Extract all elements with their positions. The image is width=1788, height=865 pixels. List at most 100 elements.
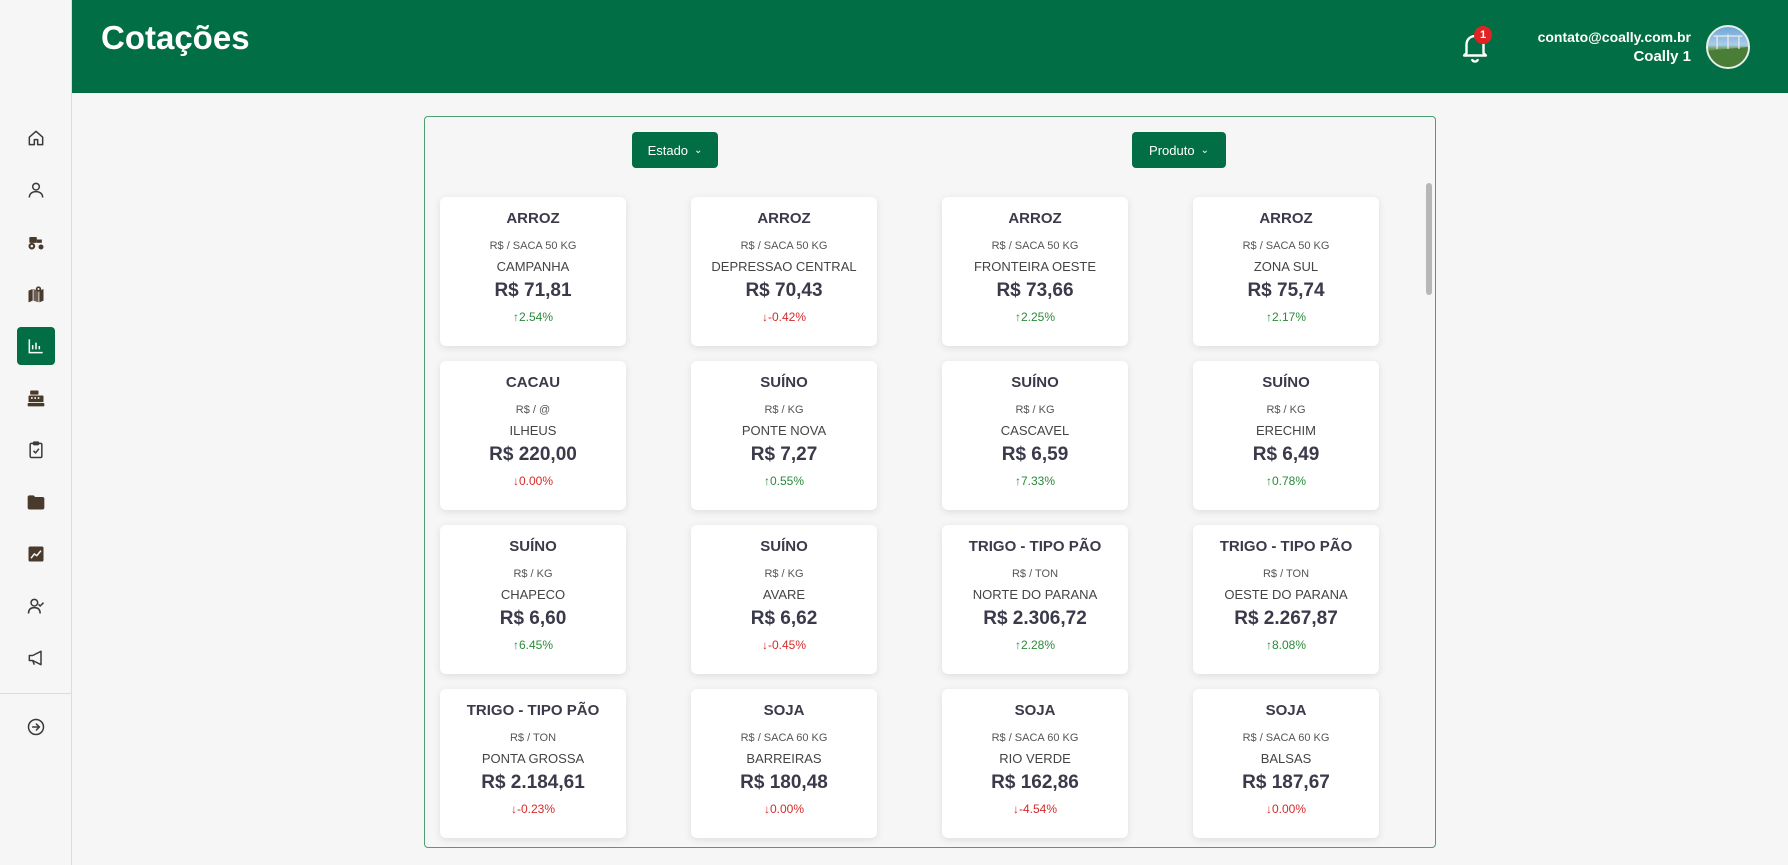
sidebar-item-tasks[interactable]	[17, 431, 55, 469]
scrollbar-thumb[interactable]	[1426, 183, 1432, 295]
quote-variation: ↑2.28%	[942, 638, 1128, 652]
quote-card[interactable]: SUÍNO R$ / KG CHAPECO R$ 6,60 ↑6.45%	[440, 525, 626, 674]
quote-product: SOJA	[763, 702, 805, 719]
quote-price: R$ 2.267,87	[1234, 608, 1338, 629]
sidebar-item-cash[interactable]	[17, 379, 55, 417]
quote-price: R$ 6,49	[1252, 444, 1320, 465]
quote-card[interactable]: ARROZ R$ / SACA 50 KG FRONTEIRA OESTE R$ 73…	[942, 197, 1128, 346]
quote-card[interactable]: TRIGO - TIPO PÃO R$ / TON PONTA GROSSA R$ 2…	[440, 689, 626, 838]
logout-button[interactable]	[17, 708, 55, 746]
quote-product: ARROZ	[1008, 210, 1062, 227]
quote-price: R$ 6,59	[1001, 444, 1069, 465]
sidebar-item-home[interactable]	[17, 119, 55, 157]
produto-filter-button[interactable]: Produto ⌄	[1132, 132, 1226, 168]
quote-variation-value: 0.00%	[1271, 802, 1307, 816]
quote-unit: R$ / SACA 50 KG	[489, 240, 577, 252]
quote-unit: R$ / KG	[764, 568, 804, 580]
quote-location: FRONTEIRA OESTE	[973, 259, 1097, 274]
quote-variation-value: 7.33%	[1020, 474, 1056, 488]
quote-card[interactable]: SUÍNO R$ / KG AVARE R$ 6,62 ↓-0.45%	[691, 525, 877, 674]
quote-variation: ↓0.00%	[1193, 802, 1379, 816]
sidebar-item-quotes[interactable]	[17, 327, 55, 365]
quote-unit: R$ / KG	[764, 404, 804, 416]
quote-variation: ↑0.55%	[691, 474, 877, 488]
chevron-down-icon: ⌄	[1200, 144, 1209, 156]
clipboard-check-icon	[29, 441, 43, 459]
quote-card[interactable]: ARROZ R$ / SACA 50 KG DEPRESSAO CENTRAL R$ …	[691, 197, 877, 346]
sidebar-divider	[0, 693, 71, 694]
quote-card[interactable]: CACAU R$ / @ ILHEUS R$ 220,00 ↓0.00%	[440, 361, 626, 510]
quote-product: SUÍNO	[1011, 374, 1059, 391]
sidebar-item-team[interactable]	[17, 587, 55, 625]
sidebar-item-reports[interactable]	[17, 535, 55, 573]
quote-price: R$ 6,60	[499, 608, 567, 629]
quote-variation: ↑2.25%	[942, 310, 1128, 324]
folder-icon	[27, 495, 45, 510]
quote-product: SUÍNO	[509, 538, 557, 555]
quote-unit: R$ / SACA 50 KG	[1242, 240, 1330, 252]
quote-price: R$ 6,62	[750, 608, 818, 629]
quote-variation-value: 0.55%	[769, 474, 805, 488]
quote-card[interactable]: TRIGO - TIPO PÃO R$ / TON NORTE DO PARANA R…	[942, 525, 1128, 674]
quote-variation-value: 2.17%	[1271, 310, 1307, 324]
megaphone-icon	[28, 650, 42, 666]
quote-unit: R$ / SACA 60 KG	[1242, 732, 1330, 744]
quote-product: SOJA	[1014, 702, 1056, 719]
quote-variation: ↑0.78%	[1193, 474, 1379, 488]
quote-unit: R$ / SACA 50 KG	[740, 240, 828, 252]
quote-unit: R$ / KG	[513, 568, 553, 580]
users-icon	[27, 598, 45, 614]
quote-card[interactable]: ARROZ R$ / SACA 50 KG ZONA SUL R$ 75,74 ↑2.1…	[1193, 197, 1379, 346]
quote-price: R$ 71,81	[494, 280, 572, 301]
quote-card[interactable]: SUÍNO R$ / KG ERECHIM R$ 6,49 ↑0.78%	[1193, 361, 1379, 510]
quote-location: RIO VERDE	[999, 751, 1071, 766]
quote-unit: R$ / @	[515, 404, 551, 416]
sidebar-item-profile[interactable]	[17, 171, 55, 209]
estado-filter-label: Estado	[647, 142, 689, 158]
user-email: contato@coally.com.br	[1537, 29, 1691, 45]
quote-price: R$ 70,43	[745, 280, 823, 301]
image-chart-icon	[28, 546, 44, 562]
quote-card[interactable]: SOJA R$ / SACA 60 KG BARREIRAS R$ 180,48 ↓0.…	[691, 689, 877, 838]
quote-price: R$ 73,66	[996, 280, 1074, 301]
quote-card[interactable]: SOJA R$ / SACA 60 KG BALSAS R$ 187,67 ↓0.00%	[1193, 689, 1379, 838]
quote-variation-value: 0.00%	[518, 474, 554, 488]
quote-product: TRIGO - TIPO PÃO	[968, 538, 1102, 555]
sidebar-item-machinery[interactable]	[17, 223, 55, 261]
quote-unit: R$ / SACA 60 KG	[991, 732, 1079, 744]
quote-product: TRIGO - TIPO PÃO	[466, 702, 600, 719]
quote-card[interactable]: TRIGO - TIPO PÃO R$ / TON OESTE DO PARANA R…	[1193, 525, 1379, 674]
sidebar-item-files[interactable]	[17, 483, 55, 521]
quote-unit: R$ / TON	[1262, 568, 1310, 580]
quote-variation: ↓0.00%	[691, 802, 877, 816]
quote-price: R$ 75,74	[1247, 280, 1325, 301]
quote-unit: R$ / SACA 50 KG	[991, 240, 1079, 252]
quote-card[interactable]: SUÍNO R$ / KG CASCAVEL R$ 6,59 ↑7.33%	[942, 361, 1128, 510]
quote-card[interactable]: SUÍNO R$ / KG PONTE NOVA R$ 7,27 ↑0.55%	[691, 361, 877, 510]
quote-variation-value: 8.08%	[1271, 638, 1307, 652]
quote-variation-value: -4.54%	[1018, 802, 1058, 816]
quote-variation: ↑8.08%	[1193, 638, 1379, 652]
sidebar-item-map[interactable]	[17, 275, 55, 313]
sidebar-item-campaigns[interactable]	[17, 639, 55, 677]
quote-card[interactable]: SOJA R$ / SACA 60 KG RIO VERDE R$ 162,86 ↓-4…	[942, 689, 1128, 838]
home-icon	[28, 130, 44, 146]
quote-variation: ↑6.45%	[440, 638, 626, 652]
quote-card[interactable]: ARROZ R$ / SACA 50 KG CAMPANHA R$ 71,81 ↑2.5…	[440, 197, 626, 346]
quote-variation-value: 0.00%	[769, 802, 805, 816]
quote-product: ARROZ	[1259, 210, 1313, 227]
quote-location: AVARE	[762, 587, 806, 602]
quote-price: R$ 2.184,61	[481, 772, 585, 793]
quote-variation: ↑7.33%	[942, 474, 1128, 488]
quote-price: R$ 2.306,72	[983, 608, 1087, 629]
avatar[interactable]	[1706, 25, 1750, 69]
estado-filter-button[interactable]: Estado ⌄	[632, 132, 718, 168]
quote-price: R$ 180,48	[740, 772, 828, 793]
quote-price: R$ 162,86	[991, 772, 1079, 793]
quote-variation: ↓-0.23%	[440, 802, 626, 816]
quote-variation: ↓-0.42%	[691, 310, 877, 324]
user-name: Coally 1	[1633, 48, 1691, 65]
quote-price: R$ 7,27	[750, 444, 818, 465]
quote-location: BARREIRAS	[746, 751, 822, 766]
quote-location: OESTE DO PARANA	[1224, 587, 1348, 602]
